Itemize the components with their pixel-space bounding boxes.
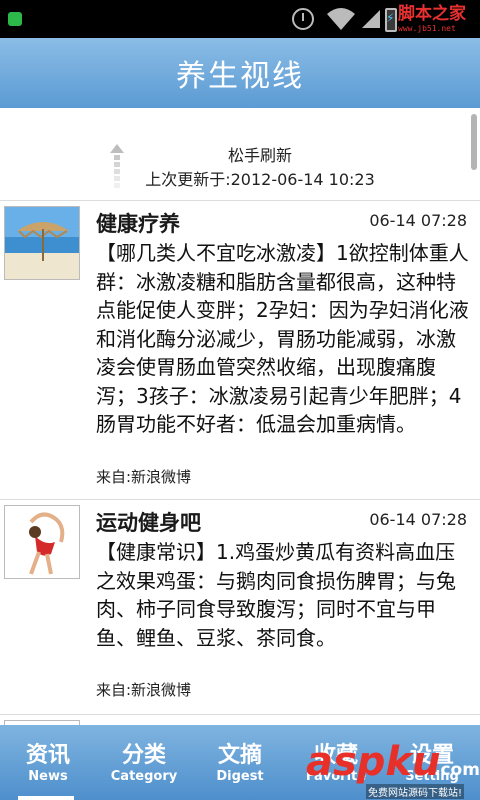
post-body: 【健康常识】1.鸡蛋炒黄瓜有资料高血压之效果鸡蛋：与鹅肉同食损伤脾胃；与兔肉、柿… xyxy=(96,540,456,650)
pull-to-refresh-header: 松手刷新 上次更新于:2012-06-14 10:23 xyxy=(0,108,480,201)
post-body: 【哪几类人不宜吃冰激凌】1欲控制体重人群：冰激凌糖和脂肪含量都很高，这种特点能促… xyxy=(96,241,469,436)
post-origin: 来自:新浪微博 xyxy=(96,681,192,699)
post-origin: 来自:新浪微博 xyxy=(96,468,192,486)
refresh-status-text: 松手刷新 xyxy=(227,146,292,165)
signal-icon xyxy=(362,10,380,28)
wifi-icon xyxy=(327,8,355,30)
post-time: 06-14 07:28 xyxy=(369,510,467,529)
alarm-icon xyxy=(292,8,314,30)
watermark-title: 脚本之家 xyxy=(398,4,466,24)
watermark-logo-bottom: aspku .com 免费网站源码下载站! xyxy=(306,742,480,800)
list-item[interactable] xyxy=(0,715,480,725)
watermark-tld: .com xyxy=(434,760,480,780)
tab-sublabel: News xyxy=(28,769,68,784)
post-source-name: 运动健身吧 xyxy=(96,511,201,535)
notification-app-icon xyxy=(8,12,22,26)
page-title: 养生视线 xyxy=(176,59,304,94)
list-item[interactable]: 运动健身吧 06-14 07:28 【健康常识】1.鸡蛋炒黄瓜有资料高血压之效果… xyxy=(0,500,480,715)
tab-news[interactable]: 资讯 News xyxy=(0,725,96,800)
tab-sublabel: Digest xyxy=(216,769,264,784)
tab-sublabel: Category xyxy=(110,769,178,784)
last-updated-text: 上次更新于:2012-06-14 10:23 xyxy=(145,170,375,189)
post-source-name: 健康疗养 xyxy=(96,212,180,236)
tab-digest[interactable]: 文摘 Digest xyxy=(192,725,288,800)
app-header: 养生视线 xyxy=(0,38,480,108)
tab-label: 分类 xyxy=(121,743,166,768)
battery-charging-icon xyxy=(385,8,397,32)
beach-umbrella-image xyxy=(4,206,80,280)
tab-label: 文摘 xyxy=(217,743,262,768)
scrollbar[interactable] xyxy=(471,114,477,170)
post-time: 06-14 07:28 xyxy=(369,211,467,230)
tab-label: 资讯 xyxy=(25,743,70,768)
gymnast-image xyxy=(4,505,80,579)
status-bar: 脚本之家 www.jb51.net xyxy=(0,0,480,38)
tab-category[interactable]: 分类 Category xyxy=(96,725,192,800)
list-item[interactable]: 健康疗养 06-14 07:28 【哪几类人不宜吃冰激凌】1欲控制体重人群：冰激… xyxy=(0,201,480,500)
watermark-subtitle: 免费网站源码下载站! xyxy=(366,784,465,799)
watermark-url: www.jb51.net xyxy=(398,24,456,33)
feed-list[interactable]: 松手刷新 上次更新于:2012-06-14 10:23 健康疗养 06-14 0… xyxy=(0,108,480,725)
watermark-logo-top: 脚本之家 www.jb51.net xyxy=(398,4,478,36)
